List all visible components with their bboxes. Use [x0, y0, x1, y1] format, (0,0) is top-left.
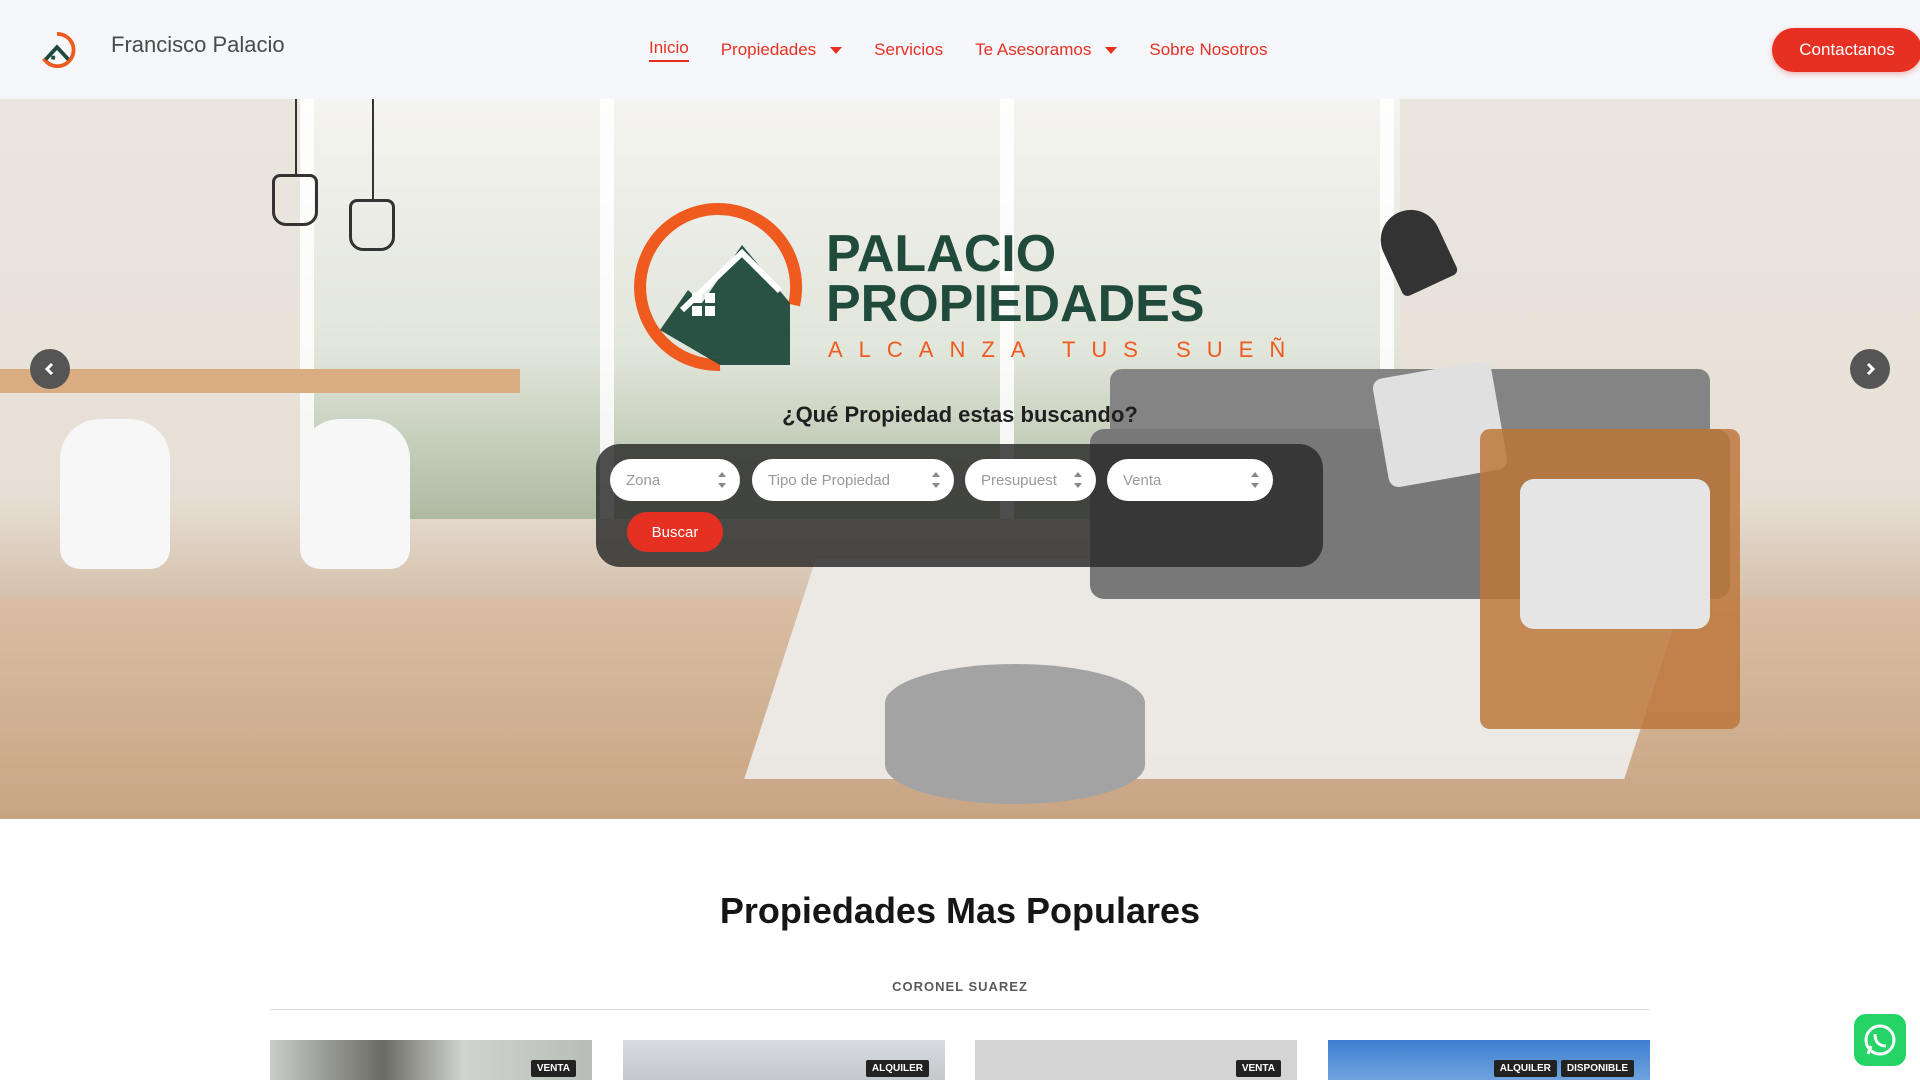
operacion-value: Venta [1123, 471, 1162, 489]
card-badges: ALQUILER [865, 1060, 929, 1077]
caret-down-icon [1105, 46, 1118, 54]
status-badge: VENTA [1235, 1060, 1281, 1077]
logo-line2: PROPIEDADES [826, 275, 1205, 333]
nav-item-sobre-nosotros[interactable]: Sobre Nosotros [1149, 38, 1267, 62]
nav-item-label: Inicio [649, 38, 689, 62]
hero-question: ¿Qué Propiedad estas buscando? [782, 402, 1138, 427]
logo-tagline: ALCANZA TUS SUEÑOS [828, 337, 1290, 362]
status-badge: DISPONIBLE [1560, 1060, 1634, 1077]
house-logo-icon[interactable] [38, 31, 76, 69]
nav-item-te-asesoramos[interactable]: Te Asesoramos [975, 38, 1118, 62]
property-card[interactable]: ALQUILER [623, 1040, 945, 1080]
card-badges: ALQUILER DISPONIBLE [1493, 1060, 1634, 1077]
chevron-left-icon[interactable] [30, 349, 70, 389]
main-nav: Inicio Propiedades Servicios Te Asesoram… [649, 38, 1299, 62]
property-card[interactable]: VENTA [270, 1040, 592, 1080]
tipo-propiedad-select[interactable]: Tipo de Propiedad [752, 459, 954, 501]
status-badge: ALQUILER [865, 1060, 929, 1077]
nav-item-servicios[interactable]: Servicios [874, 38, 943, 62]
palacio-propiedades-logo: PALACIO PROPIEDADES ALCANZA TUS SUEÑOS [634, 203, 1290, 372]
updown-icon [932, 472, 940, 488]
buscar-button[interactable]: Buscar [627, 512, 723, 552]
contact-button[interactable]: Contactanos [1772, 28, 1920, 72]
property-search-form: Zona Tipo de Propiedad Presupuest Venta … [596, 444, 1323, 567]
property-card[interactable]: ALQUILER DISPONIBLE [1328, 1040, 1650, 1080]
nav-item-label: Propiedades [720, 40, 817, 59]
zona-select-placeholder: Zona [626, 471, 661, 489]
property-card[interactable]: VENTA [975, 1040, 1297, 1080]
updown-icon [1251, 472, 1259, 488]
nav-item-label: Servicios [874, 40, 944, 59]
presupuesto-select[interactable]: Presupuest [965, 459, 1096, 501]
operacion-select[interactable]: Venta [1107, 459, 1273, 501]
nav-item-propiedades[interactable]: Propiedades [720, 38, 843, 62]
updown-icon [1074, 472, 1082, 488]
status-badge: ALQUILER [1493, 1060, 1557, 1077]
hero-slider: PALACIO PROPIEDADES ALCANZA TUS SUEÑOS ¿… [0, 99, 1920, 819]
caret-down-icon [830, 46, 843, 54]
presupuesto-placeholder: Presupuest [981, 471, 1057, 489]
zona-select[interactable]: Zona [610, 459, 740, 501]
section-title: Propiedades Mas Populares [719, 890, 1201, 931]
tab-coronel-suarez[interactable]: CORONEL SUAREZ [0, 979, 1920, 994]
site-header: Francisco Palacio Inicio Propiedades Ser… [0, 0, 1920, 99]
whatsapp-icon[interactable] [1854, 1014, 1906, 1066]
tipo-propiedad-placeholder: Tipo de Propiedad [768, 471, 891, 489]
tab-divider [270, 1009, 1650, 1010]
card-badges: VENTA [530, 1060, 576, 1077]
status-badge: VENTA [530, 1060, 576, 1077]
brand-name[interactable]: Francisco Palacio [111, 32, 285, 58]
nav-item-label: Sobre Nosotros [1149, 40, 1268, 59]
updown-icon [718, 472, 726, 488]
nav-item-label: Te Asesoramos [975, 40, 1092, 59]
chevron-right-icon[interactable] [1850, 349, 1890, 389]
nav-item-inicio[interactable]: Inicio [649, 38, 689, 62]
card-badges: VENTA [1235, 1060, 1281, 1077]
